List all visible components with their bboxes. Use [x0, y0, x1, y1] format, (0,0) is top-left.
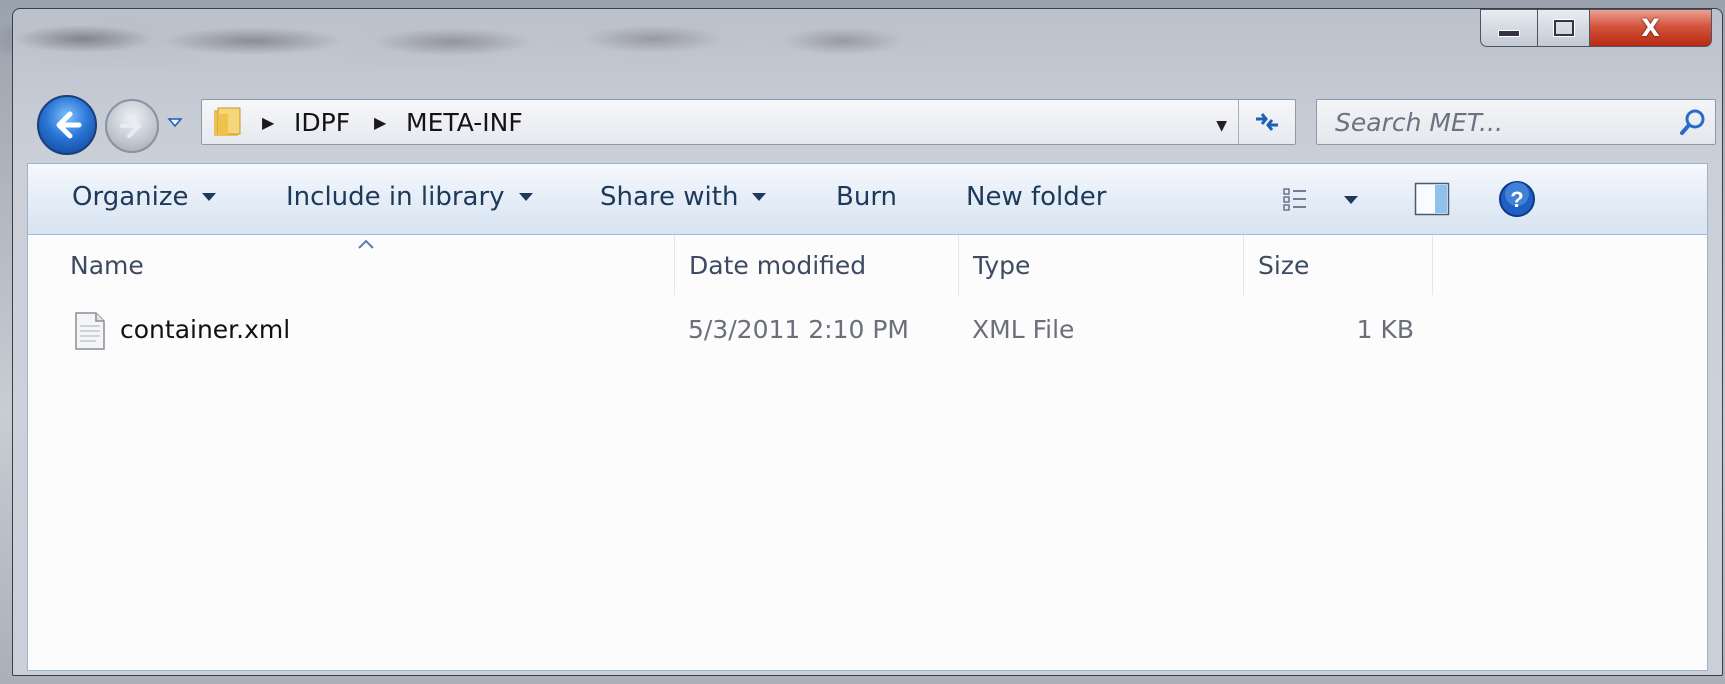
column-label-size: Size [1258, 250, 1310, 280]
minimize-button[interactable] [1480, 9, 1538, 47]
help-icon[interactable]: ? [1498, 180, 1536, 218]
explorer-window: X ▶ IDPF ▶ META-INF ▼ Search MET... Orga… [12, 8, 1723, 676]
search-box[interactable]: Search MET... [1316, 99, 1716, 145]
new-folder-button[interactable]: New folder [966, 182, 1106, 212]
file-name[interactable]: container.xml [120, 315, 290, 344]
column-header-date-modified[interactable]: Date modified [675, 235, 958, 295]
navigation-bar: ▶ IDPF ▶ META-INF ▼ Search MET... [13, 89, 1722, 155]
column-header-size[interactable]: Size [1244, 235, 1432, 295]
forward-button[interactable] [105, 99, 159, 153]
file-size: 1 KB [1356, 315, 1414, 344]
column-divider[interactable] [1432, 235, 1433, 295]
view-options-chevron-down-icon[interactable] [1344, 196, 1358, 204]
share-with-label: Share with [600, 182, 739, 212]
minimize-icon [1498, 29, 1520, 37]
maximize-button[interactable] [1538, 9, 1590, 47]
breadcrumb-separator-icon[interactable]: ▶ [262, 113, 274, 132]
breadcrumb-meta-inf[interactable]: META-INF [406, 108, 523, 137]
file-type: XML File [972, 315, 1075, 344]
burn-label: Burn [836, 182, 898, 212]
close-icon: X [1641, 14, 1660, 42]
search-input[interactable]: Search MET... [1335, 108, 1503, 137]
maximize-icon [1553, 20, 1574, 36]
command-bar: Organize Include in library Share with B… [27, 163, 1708, 235]
chevron-down-icon [518, 193, 533, 201]
organize-menu[interactable]: Organize [72, 182, 217, 212]
share-with-menu[interactable]: Share with [600, 182, 767, 212]
include-in-library-label: Include in library [286, 182, 505, 212]
refresh-button[interactable] [1238, 100, 1295, 144]
back-arrow-icon [56, 111, 82, 139]
address-history-chevron-down-icon[interactable]: ▼ [1216, 118, 1227, 134]
recent-pages-chevron-down-icon[interactable] [167, 115, 183, 131]
chevron-down-icon [752, 193, 767, 201]
column-label-date-modified: Date modified [689, 250, 867, 280]
change-view-icon[interactable] [1282, 186, 1316, 214]
title-bar[interactable] [13, 9, 1722, 94]
organize-label: Organize [72, 182, 189, 212]
folder-icon [214, 107, 241, 136]
xml-file-icon [75, 312, 105, 350]
forward-arrow-icon [120, 114, 141, 138]
preview-pane-icon[interactable] [1414, 182, 1450, 216]
search-icon[interactable] [1679, 108, 1707, 136]
caption-buttons: X [1480, 9, 1712, 49]
column-label-type: Type [973, 250, 1031, 280]
burn-button[interactable]: Burn [836, 182, 897, 212]
new-folder-label: New folder [966, 182, 1107, 212]
file-list: Name Date modified Type Size container.x… [27, 235, 1708, 671]
chevron-down-icon [202, 193, 217, 201]
include-in-library-menu[interactable]: Include in library [286, 182, 533, 212]
back-button[interactable] [37, 95, 97, 155]
file-date-modified: 5/3/2011 2:10 PM [688, 315, 909, 344]
refresh-icon [1256, 113, 1278, 131]
column-label-name: Name [70, 250, 144, 280]
sort-ascending-icon [358, 239, 374, 249]
breadcrumb-separator-icon[interactable]: ▶ [374, 113, 386, 132]
file-row[interactable]: container.xml 5/3/2011 2:10 PM XML File … [28, 303, 1707, 359]
svg-text:?: ? [1510, 187, 1523, 212]
breadcrumb-idpf[interactable]: IDPF [294, 108, 350, 137]
column-header-type[interactable]: Type [959, 235, 1243, 295]
address-bar[interactable]: ▶ IDPF ▶ META-INF ▼ [201, 99, 1296, 145]
close-button[interactable]: X [1590, 9, 1712, 47]
